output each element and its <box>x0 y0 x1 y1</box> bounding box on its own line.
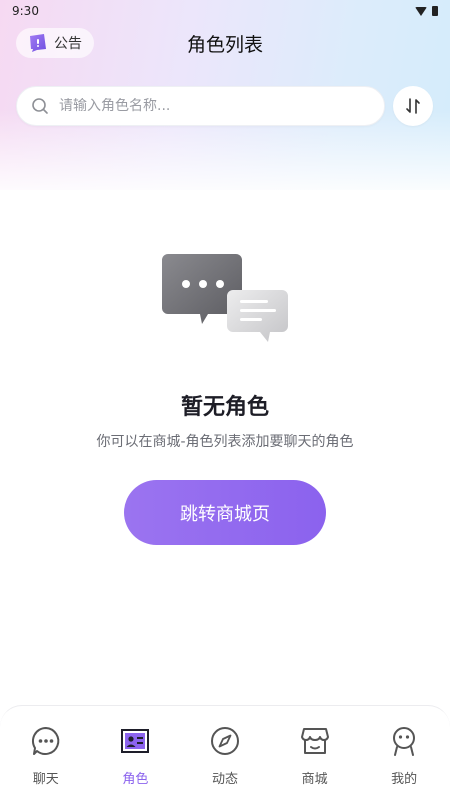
tab-mine[interactable]: 我的 <box>359 706 449 800</box>
chat-bubble-icon <box>31 726 60 755</box>
tab-roles-label: 角色 <box>122 772 149 787</box>
wifi-icon <box>415 6 427 16</box>
tab-store[interactable]: 商城 <box>270 706 360 800</box>
store-icon <box>300 728 329 754</box>
tab-store-label: 商城 <box>301 772 328 787</box>
person-icon <box>393 727 416 756</box>
sort-button[interactable] <box>393 86 433 126</box>
sort-arrows-icon <box>406 98 420 114</box>
search-input[interactable] <box>59 98 349 114</box>
bottom-tab-bar: 聊天 角色 动态 商城 我的 <box>0 705 450 800</box>
compass-icon <box>210 727 239 755</box>
empty-state-title: 暂无角色 <box>180 395 269 420</box>
empty-chat-illustration <box>162 254 288 342</box>
tab-moments[interactable]: 动态 <box>180 706 270 800</box>
search-icon <box>32 98 48 114</box>
tab-mine-label: 我的 <box>391 772 418 787</box>
empty-state-description: 你可以在商城-角色列表添加要聊天的角色 <box>96 434 354 450</box>
status-bar: 9:30 <box>0 0 450 22</box>
id-card-icon <box>121 729 150 753</box>
goto-store-button[interactable]: 跳转商城页 <box>124 480 326 545</box>
status-time: 9:30 <box>12 4 39 18</box>
battery-icon <box>432 6 438 16</box>
tab-roles[interactable]: 角色 <box>91 706 181 800</box>
tab-chat-label: 聊天 <box>32 772 59 787</box>
page-title: 角色列表 <box>186 34 263 56</box>
tab-chat[interactable]: 聊天 <box>1 706 91 800</box>
tab-moments-label: 动态 <box>211 772 238 787</box>
search-bar[interactable] <box>16 86 385 126</box>
status-icons <box>415 6 438 16</box>
